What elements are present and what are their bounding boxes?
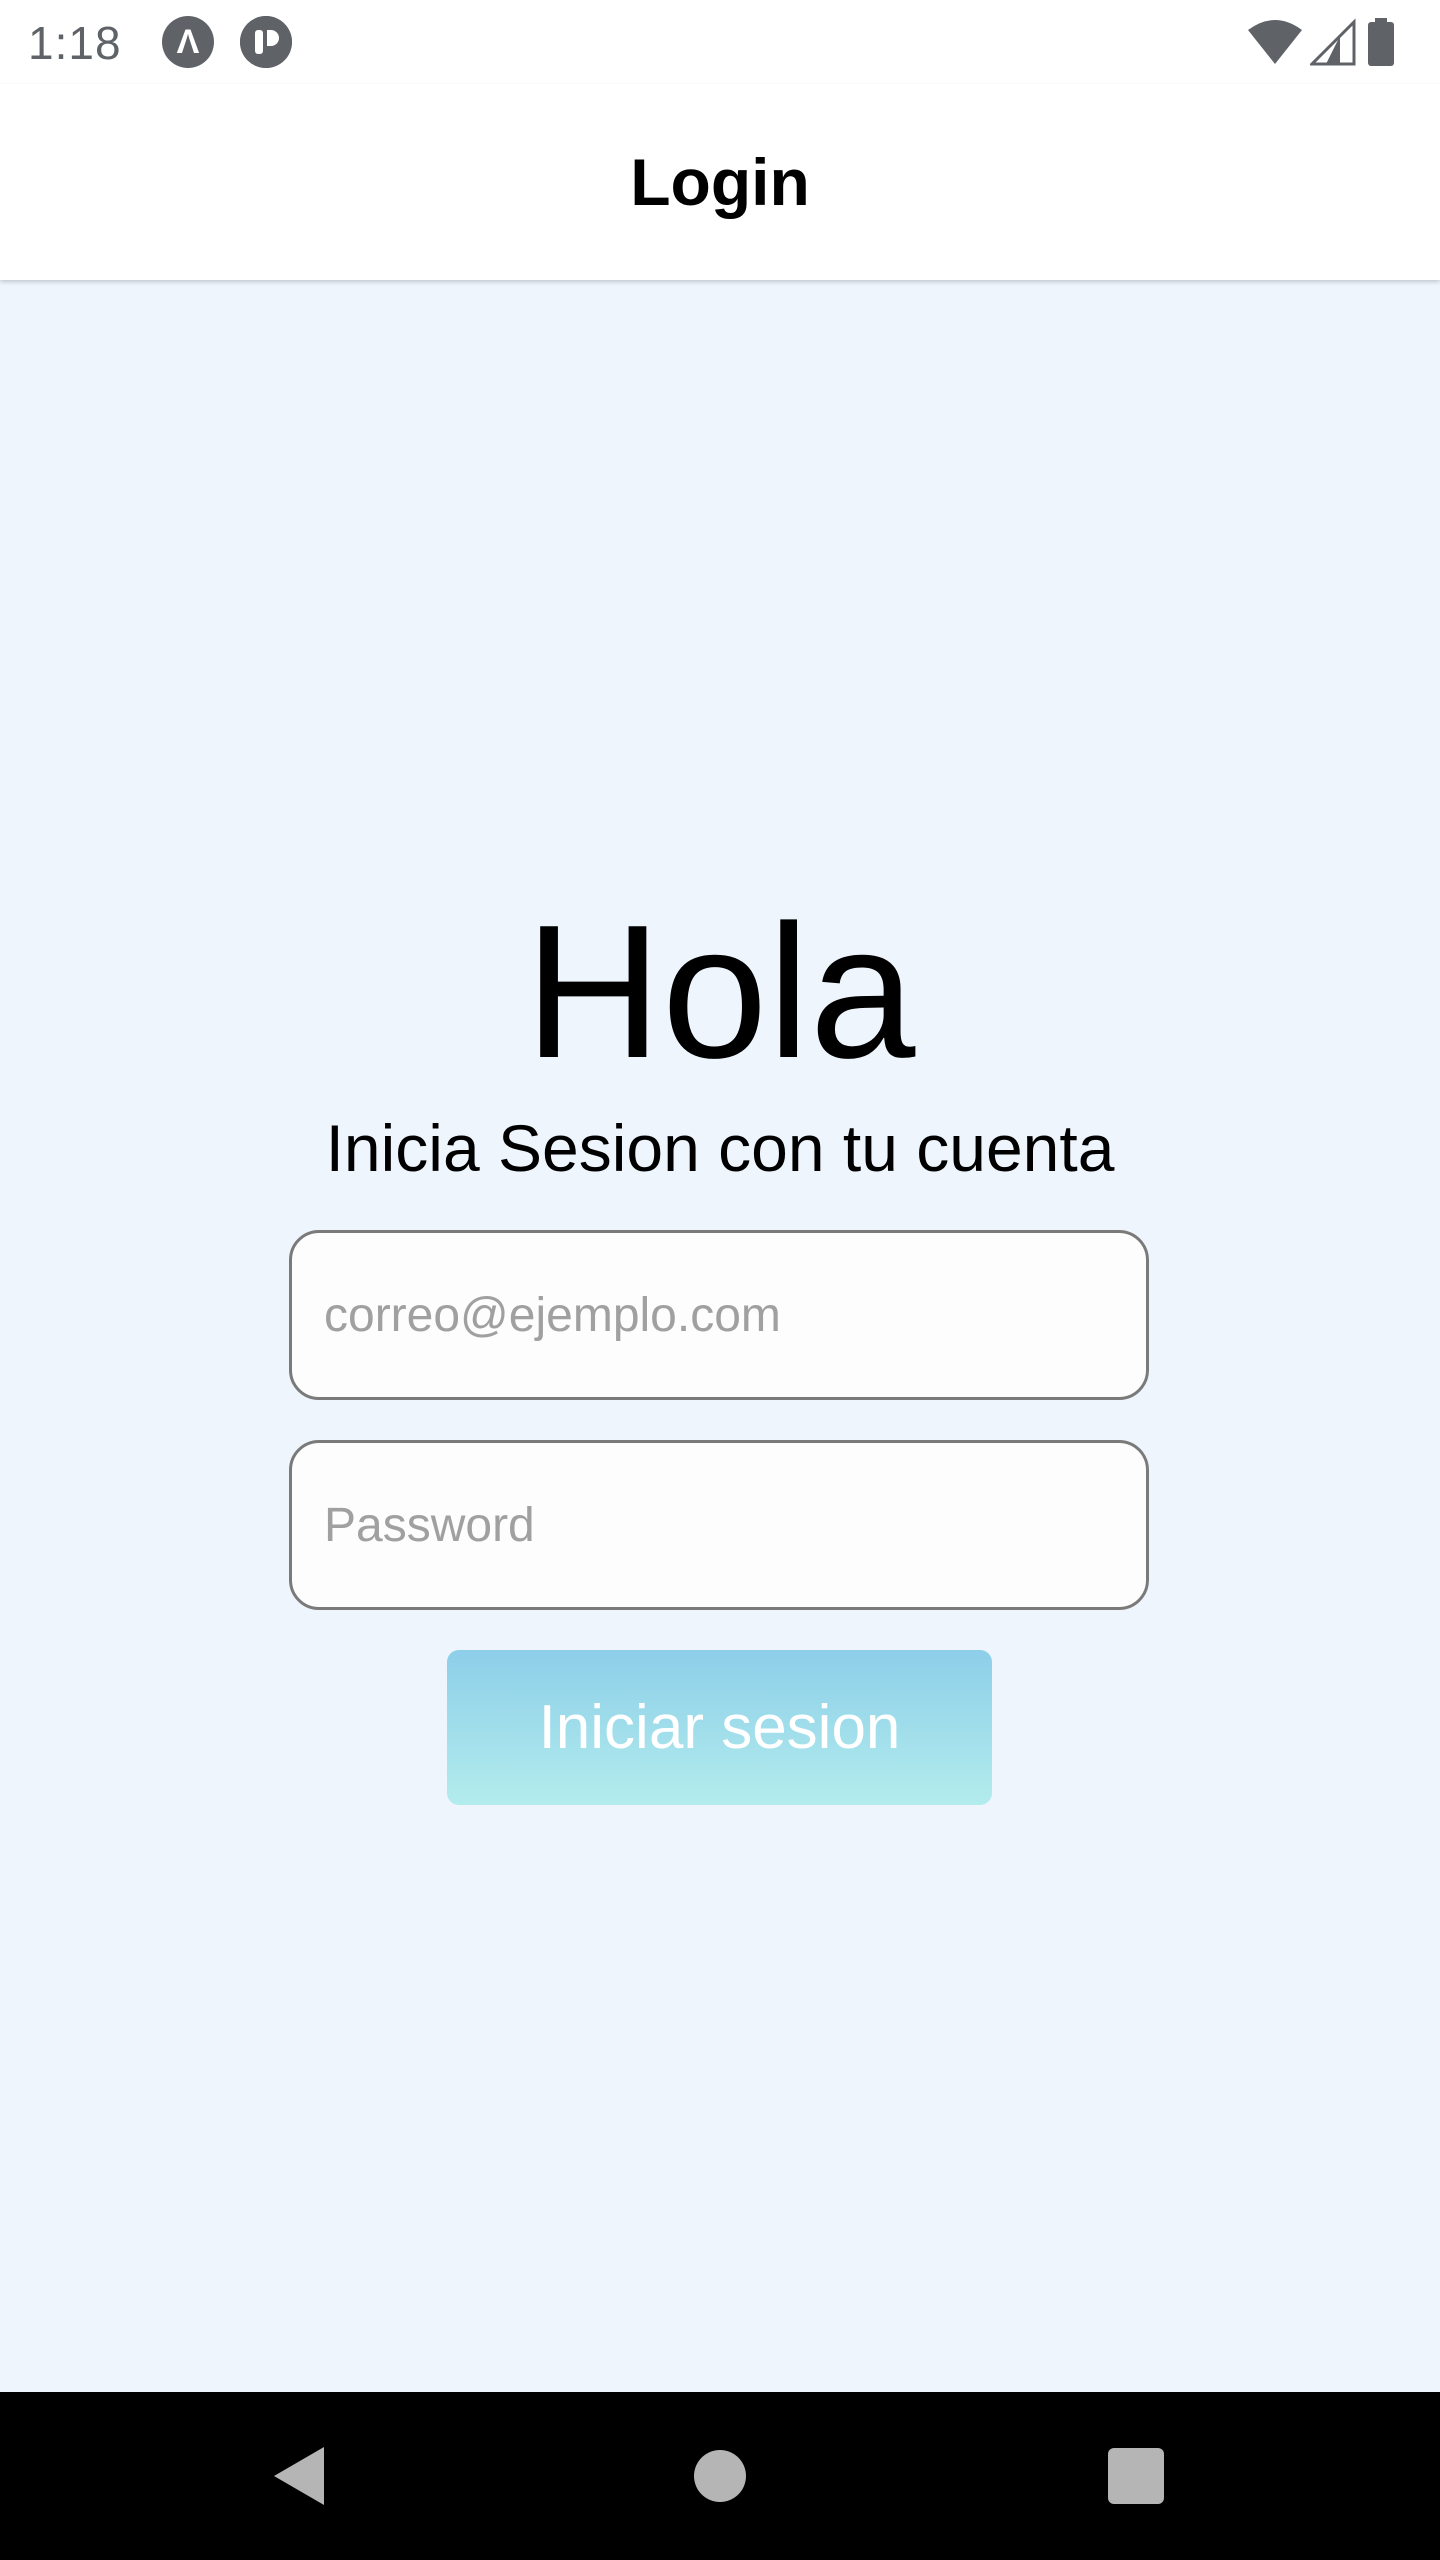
login-button[interactable]: Iniciar sesion — [447, 1650, 992, 1805]
login-content: Hola Inicia Sesion con tu cuenta Iniciar… — [0, 282, 1440, 2392]
subtitle: Inicia Sesion con tu cuenta — [325, 1111, 1115, 1185]
status-bar: 1:18 Λ — [0, 0, 1440, 84]
app-header: Login — [0, 84, 1440, 280]
system-status-icons — [1246, 18, 1416, 66]
home-icon[interactable] — [694, 2450, 746, 2502]
battery-icon — [1368, 18, 1394, 66]
page-title: Login — [630, 145, 810, 219]
wifi-icon — [1248, 20, 1302, 64]
app-notification-icon — [240, 16, 292, 68]
back-icon[interactable] — [270, 2445, 326, 2507]
expo-icon: Λ — [162, 16, 214, 68]
email-field[interactable] — [289, 1230, 1149, 1400]
cellular-signal-icon — [1310, 18, 1356, 66]
recents-icon[interactable] — [1108, 2448, 1164, 2504]
password-field[interactable] — [289, 1440, 1149, 1610]
greeting-heading: Hola — [524, 886, 916, 1098]
status-time: 1:18 — [28, 17, 122, 69]
system-nav-bar — [0, 2392, 1440, 2560]
